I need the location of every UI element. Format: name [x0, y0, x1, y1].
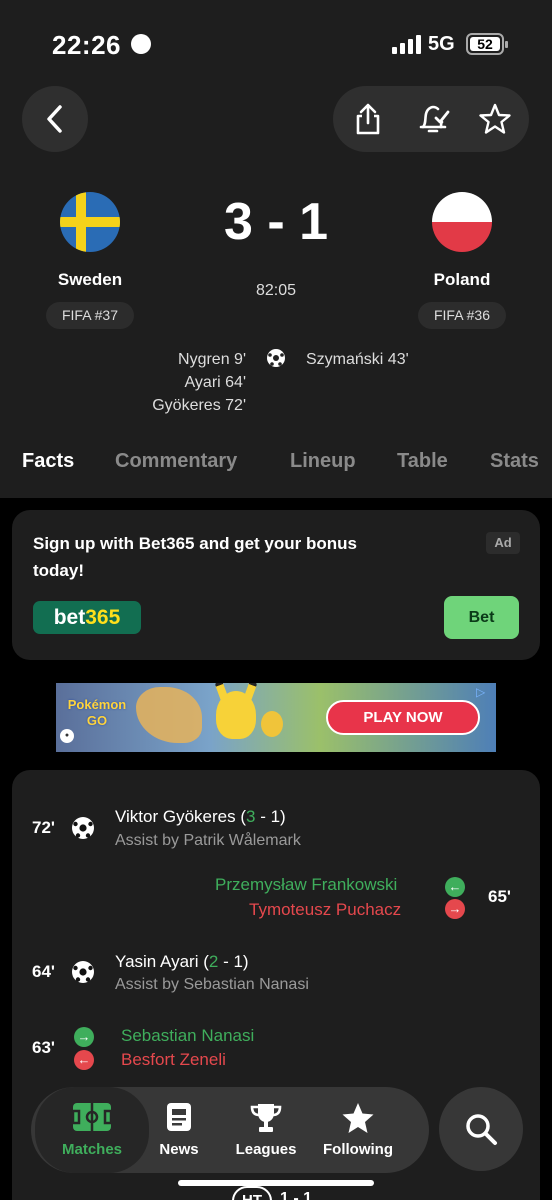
- pokemon-small-image: [261, 711, 283, 737]
- event-minute: 65': [488, 887, 511, 906]
- nav-news[interactable]: News: [149, 1087, 209, 1173]
- home-team-name[interactable]: Sweden: [30, 270, 150, 290]
- home-scorer: Ayari 64': [184, 374, 246, 391]
- sub-player-in: Sebastian Nanasi: [121, 1026, 255, 1045]
- following-star-icon: [342, 1103, 374, 1133]
- goal-score-open: (: [235, 807, 247, 826]
- halftime-strip: HT 1 - 1: [232, 1186, 352, 1200]
- nav-leagues-label: Leagues: [235, 1141, 297, 1158]
- goal-scorer: Yasin Ayari (2 - 1): [115, 952, 249, 972]
- home-scorer: Nygren 9': [178, 351, 246, 368]
- sweden-flag-icon: [60, 192, 120, 252]
- age-rating-icon: ●: [60, 729, 74, 743]
- bell-check-icon[interactable]: [415, 101, 451, 137]
- pokemon-go-banner-ad[interactable]: Pokémon GO PLAY NOW ▷ ●: [56, 683, 496, 752]
- news-icon: [167, 1103, 191, 1131]
- tab-stats[interactable]: Stats: [490, 450, 539, 473]
- match-clock: 82:05: [255, 282, 297, 299]
- event-minute: 72': [32, 818, 55, 837]
- adchoices-icon[interactable]: ▷: [476, 685, 485, 699]
- event-minute: 63': [32, 1038, 55, 1057]
- play-now-button[interactable]: PLAY NOW: [326, 700, 480, 735]
- poland-flag-icon: [432, 192, 492, 252]
- nav-matches[interactable]: Matches: [35, 1087, 149, 1173]
- pikachu-image: [216, 691, 256, 739]
- star-icon[interactable]: [477, 101, 513, 137]
- goal-scorer: Viktor Gyökeres (3 - 1): [115, 807, 286, 827]
- away-rank-badge: FIFA #36: [418, 302, 506, 329]
- home-scorers: Nygren 9' Ayari 64' Gyökeres 72': [90, 348, 246, 417]
- bet365-logo-part1: bet: [53, 606, 86, 629]
- goal-assist: Assist by Sebastian Nanasi: [115, 976, 309, 993]
- dragonite-image: [136, 687, 202, 743]
- sponsored-ad-card[interactable]: Sign up with Bet365 and get your bonus t…: [12, 510, 540, 660]
- match-score: 3 - 1: [223, 193, 329, 251]
- chevron-left-icon: [47, 105, 62, 133]
- search-button[interactable]: [439, 1087, 523, 1171]
- goal-scorer-name: Yasin Ayari: [115, 952, 199, 971]
- sub-player-out: Besfort Zeneli: [121, 1050, 226, 1069]
- tab-facts[interactable]: Facts: [22, 450, 74, 473]
- nav-leagues[interactable]: Leagues: [227, 1087, 305, 1173]
- halftime-score: 1 - 1: [280, 1190, 313, 1200]
- sub-out-arrow-icon: ←: [74, 1050, 94, 1070]
- bet365-logo: bet365: [33, 601, 141, 634]
- match-actions: [333, 86, 529, 152]
- tab-commentary[interactable]: Commentary: [115, 450, 237, 473]
- share-icon[interactable]: [350, 101, 386, 137]
- goal-score-close: - 1): [255, 807, 286, 826]
- home-scorer: Gyökeres 72': [152, 397, 246, 414]
- nav-matches-label: Matches: [61, 1141, 123, 1158]
- back-button[interactable]: [22, 86, 88, 152]
- home-rank-badge: FIFA #37: [46, 302, 134, 329]
- network-label: 5G: [428, 33, 455, 55]
- nav-following-label: Following: [323, 1141, 393, 1158]
- goal-ball-icon: [72, 961, 94, 983]
- sub-player-out: Tymoteusz Puchacz: [249, 900, 402, 919]
- goal-assist: Assist by Patrik Wålemark: [115, 832, 301, 849]
- signal-icon: [392, 34, 422, 54]
- tab-lineup[interactable]: Lineup: [290, 450, 356, 473]
- bet365-logo-part2: 365: [85, 606, 121, 629]
- sub-in-arrow-icon: ←: [445, 877, 465, 897]
- tab-table[interactable]: Table: [397, 450, 448, 473]
- goal-scorer-name: Viktor Gyökeres: [115, 807, 236, 826]
- ad-badge: Ad: [486, 532, 520, 554]
- football-icon: [267, 349, 285, 367]
- away-scorer: Szymański 43': [306, 351, 409, 368]
- match-tabs: Facts Commentary Lineup Table Stats: [22, 450, 552, 480]
- event-minute: 64': [32, 962, 55, 981]
- ad-title: Sign up with Bet365 and get your bonus t…: [33, 534, 357, 580]
- away-team-name[interactable]: Poland: [402, 270, 522, 290]
- recording-dot-icon: [131, 34, 151, 54]
- nav-news-label: News: [159, 1141, 199, 1158]
- bottom-nav: Matches News Leagues Following: [31, 1087, 429, 1173]
- trophy-icon: [250, 1104, 282, 1132]
- bet-button[interactable]: Bet: [444, 596, 519, 639]
- pokemon-go-logo: Pokémon GO: [67, 697, 127, 728]
- goal-ball-icon: [72, 817, 94, 839]
- search-icon: [466, 1114, 497, 1145]
- battery-icon: 52: [466, 33, 508, 55]
- sub-player-in: Przemysław Frankowski: [215, 875, 398, 894]
- status-time: 22:26: [52, 30, 121, 60]
- away-scorers: Szymański 43': [306, 348, 506, 371]
- goal-score-close: - 1): [218, 952, 249, 971]
- goal-score-new: 2: [208, 952, 219, 971]
- sub-in-arrow-icon: →: [74, 1027, 94, 1047]
- pitch-icon: [71, 1103, 113, 1131]
- halftime-badge: HT: [232, 1186, 272, 1200]
- battery-level: 52: [477, 36, 493, 52]
- nav-following[interactable]: Following: [319, 1087, 397, 1173]
- sub-out-arrow-icon: →: [445, 899, 465, 919]
- goal-score-open: (: [198, 952, 209, 971]
